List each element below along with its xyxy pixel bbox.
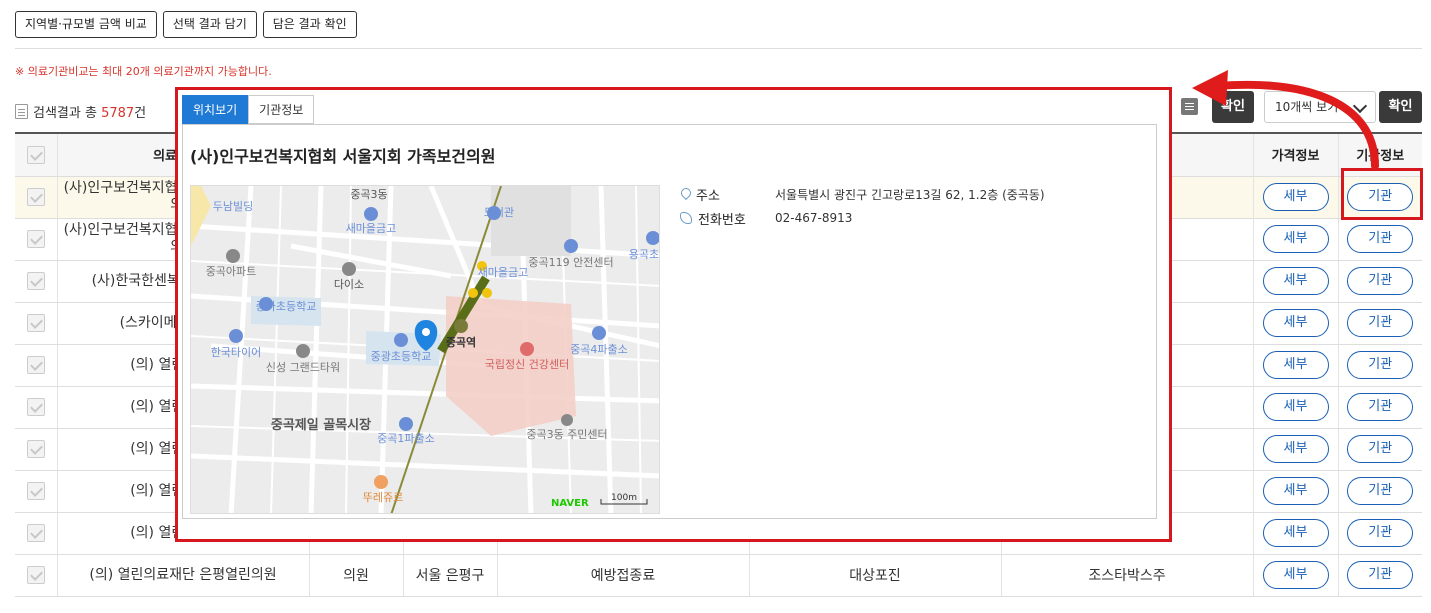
map-label-saemaeul-1: 새마을금고 [346, 222, 397, 235]
cell-detail: 대상포진 [748, 554, 1001, 597]
institution-button[interactable]: 기관 [1347, 351, 1414, 379]
detail-button[interactable]: 세부 [1262, 477, 1329, 505]
detail-button[interactable]: 세부 [1262, 225, 1329, 253]
address-value: 서울특별시 광진구 긴고랑로13길 62, 1.2층 (중곡동) [775, 187, 1045, 202]
tab-institution-info[interactable]: 기관정보 [248, 95, 315, 124]
cell-company: 조스타박스주 [1000, 554, 1253, 597]
map-scale: 100m [611, 493, 637, 503]
cell-name: (의) 열린의료재단 은평열린의원 [56, 554, 309, 597]
map-label-police-4: 중곡4파출소 [570, 343, 628, 356]
institution-button[interactable]: 기관 [1347, 561, 1414, 589]
map-label-korea-tire: 한국타이어 [211, 346, 262, 359]
cell-type: 의원 [308, 554, 403, 597]
popup-content: (사)인구보건복지협회 서울지회 가족보건의원 중곡3동 두남빌딩 도서관 새마… [182, 124, 1157, 519]
institution-info: 주소 서울특별시 광진구 긴고랑로13길 62, 1.2층 (중곡동) 전화번호… [680, 182, 1045, 230]
map-label-junggwang: 중광초등학교 [371, 350, 432, 363]
institution-button[interactable]: 기관 [1347, 435, 1414, 463]
detail-button[interactable]: 세부 [1262, 351, 1329, 379]
highlight-box [1341, 168, 1423, 220]
top-button-group: 지역별·규모별 금액 비교 선택 결과 담기 담은 결과 확인 [15, 11, 357, 38]
institution-button[interactable]: 기관 [1347, 393, 1414, 421]
cell-item: 예방접종료 [496, 554, 749, 597]
result-count: 5787 [101, 106, 135, 121]
divider [15, 48, 1422, 49]
detail-button[interactable]: 세부 [1262, 519, 1329, 547]
cell-region: 서울 은평구 [402, 554, 497, 597]
institution-button[interactable]: 기관 [1347, 519, 1414, 547]
result-summary: 검색결과 총 5787건 [15, 102, 146, 121]
map-label-junggok-apt: 중곡아파트 [206, 265, 257, 278]
map-label-yonggok: 용곡초등 [629, 248, 660, 261]
row-checkbox[interactable] [26, 482, 45, 500]
result-prefix: 검색결과 총 [33, 106, 102, 121]
map-label-touresjour: 뚜레쥬르 [363, 491, 403, 504]
map-label-fire-station: 중곡119 안전센터 [528, 256, 613, 269]
map-view[interactable]: 중곡3동 두남빌딩 도서관 새마을금고 중곡아파트 다이소 새마을금고 중곡11… [190, 185, 660, 514]
row-checkbox[interactable] [26, 230, 45, 248]
map-label-police-1: 중곡1파출소 [377, 432, 435, 445]
map-label-market: 중곡제일 골목시장 [271, 417, 371, 433]
location-popup: 위치보기 기관정보 (사)인구보건복지협회 서울지회 가족보건의원 중곡3동 두… [175, 87, 1172, 542]
region-size-compare-button[interactable]: 지역별·규모별 금액 비교 [15, 11, 157, 38]
row-checkbox[interactable] [26, 188, 45, 206]
institution-button[interactable]: 기관 [1347, 225, 1414, 253]
row-checkbox[interactable] [26, 398, 45, 416]
row-checkbox[interactable] [26, 566, 45, 584]
detail-button[interactable]: 세부 [1262, 309, 1329, 337]
phone-icon [680, 212, 692, 224]
row-checkbox[interactable] [26, 524, 45, 542]
document-icon [15, 104, 28, 119]
map-label-saemaeul-2: 새마을금고 [478, 266, 529, 279]
detail-button[interactable]: 세부 [1262, 561, 1329, 589]
row-checkbox[interactable] [26, 314, 45, 332]
compare-notice: ※ 의료기관비교는 최대 20개 의료기관까지 가능합니다. [15, 65, 272, 78]
map-label-library: 도서관 [484, 206, 514, 219]
institution-button[interactable]: 기관 [1347, 309, 1414, 337]
row-checkbox[interactable] [26, 356, 45, 374]
row-checkbox[interactable] [26, 440, 45, 458]
map-label-sinseong: 신성 그랜드타워 [266, 361, 340, 374]
popup-tabs: 위치보기 기관정보 [182, 95, 315, 124]
map-label-community-center: 중곡3동 주민센터 [526, 428, 607, 441]
add-selection-button[interactable]: 선택 결과 담기 [162, 11, 257, 38]
detail-button[interactable]: 세부 [1262, 267, 1329, 295]
map-label-neighborhood: 중곡3동 [350, 188, 387, 201]
row-checkbox[interactable] [26, 272, 45, 290]
view-saved-button[interactable]: 담은 결과 확인 [262, 11, 357, 38]
detail-button[interactable]: 세부 [1262, 435, 1329, 463]
institution-button[interactable]: 기관 [1347, 477, 1414, 505]
map-label-mental-health: 국립정신 건강센터 [485, 358, 569, 371]
select-all-checkbox[interactable] [26, 145, 45, 164]
naver-logo: NAVER [551, 498, 589, 509]
popup-title: (사)인구보건복지협회 서울지회 가족보건의원 [190, 147, 496, 166]
map-label-jungma: 중마초등학교 [256, 300, 317, 313]
address-label: 주소 [696, 188, 720, 204]
map-label-dunam: 두남빌딩 [213, 200, 253, 213]
map-label-daiso: 다이소 [334, 278, 364, 291]
location-pin-icon [680, 188, 690, 201]
detail-button[interactable]: 세부 [1262, 393, 1329, 421]
pointer-arrow [1192, 70, 1379, 170]
institution-button[interactable]: 기관 [1347, 267, 1414, 295]
phone-label: 전화번호 [698, 212, 746, 228]
tab-location[interactable]: 위치보기 [182, 95, 249, 124]
phone-value: 02-467-8913 [775, 211, 853, 225]
table-row: (의) 열린의료재단 은평열린의원 의원 서울 은평구 예방접종료 대상포진 조스타박스주… [15, 554, 1422, 597]
result-suffix: 건 [134, 106, 147, 121]
detail-button[interactable]: 세부 [1262, 183, 1329, 211]
map-label-station: 중곡역 [446, 335, 476, 349]
